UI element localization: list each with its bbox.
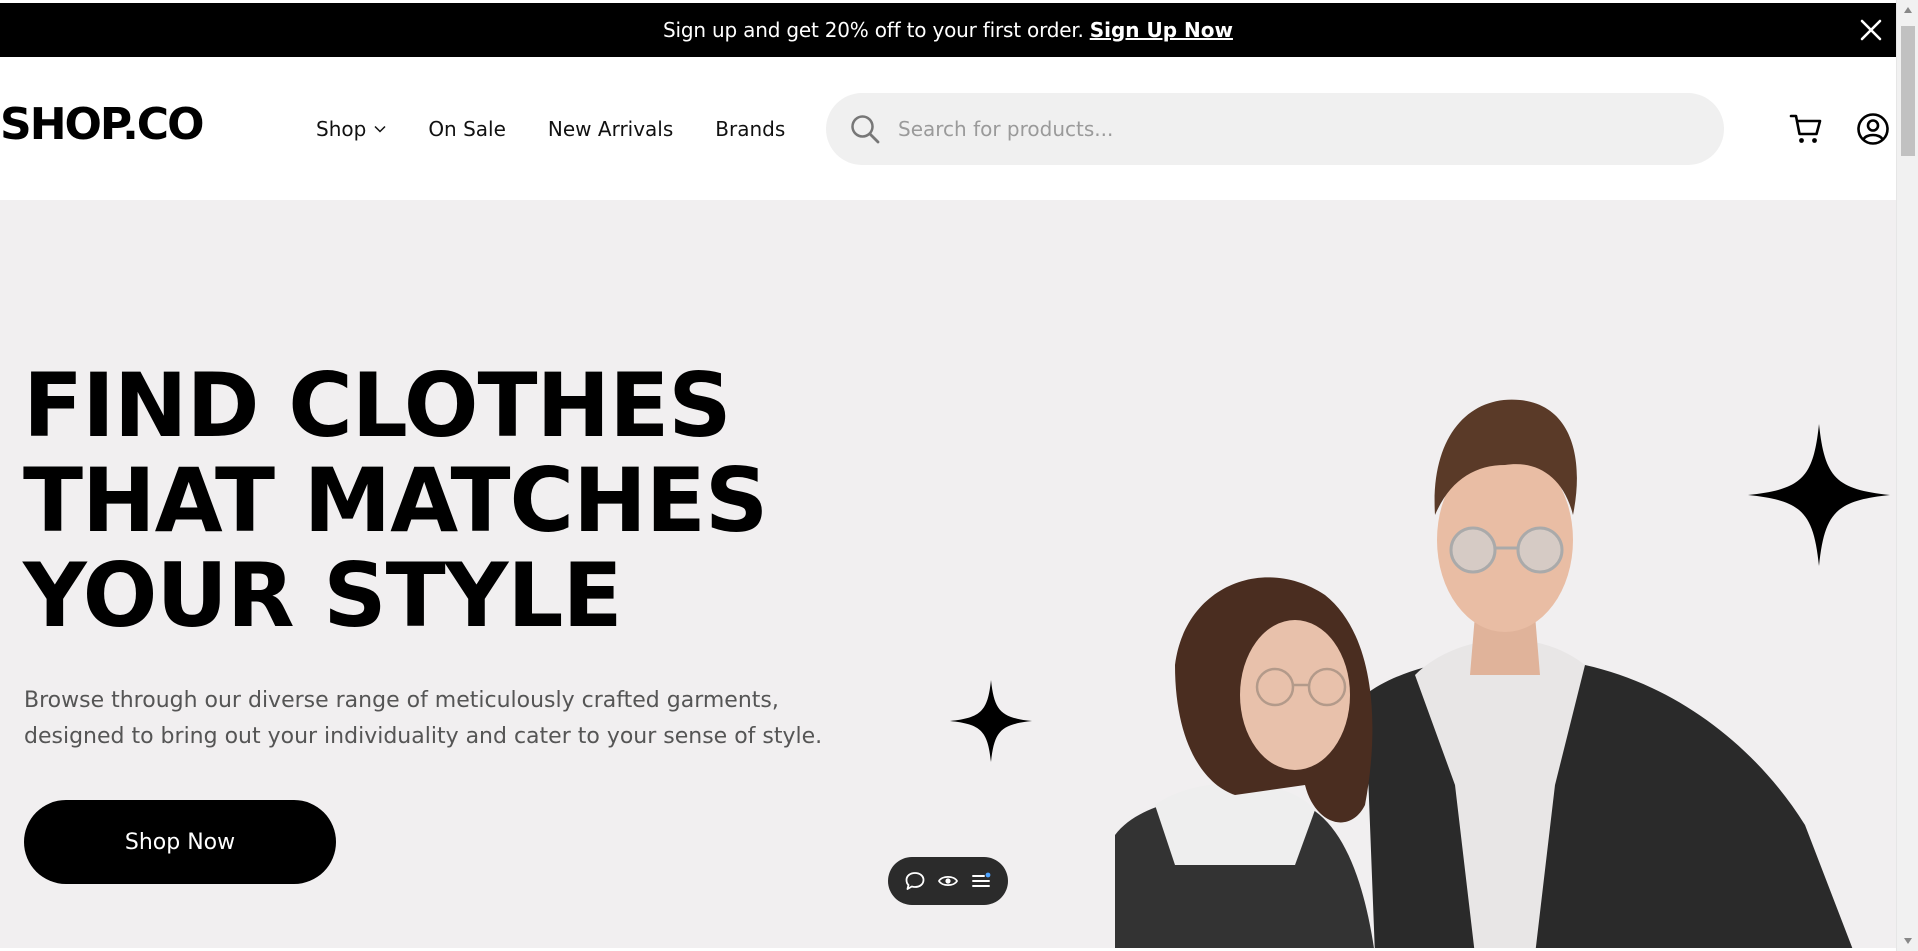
page-scrollbar[interactable]: [1896, 0, 1918, 951]
nav-item-new-arrivals[interactable]: New Arrivals: [548, 117, 673, 141]
shop-now-button[interactable]: Shop Now: [24, 800, 336, 884]
floating-toolbar: [888, 857, 1008, 905]
search-bar: [826, 93, 1724, 165]
sparkle-star-icon: [950, 680, 1032, 762]
announcement-bar: Sign up and get 20% off to your first or…: [0, 3, 1896, 57]
hero-title-line: FIND CLOTHES: [23, 354, 732, 457]
user-circle-icon[interactable]: [1856, 112, 1890, 146]
search-input[interactable]: [898, 117, 1678, 141]
nav-item-brands[interactable]: Brands: [715, 117, 785, 141]
scroll-up-arrow-icon[interactable]: [1903, 6, 1913, 14]
scrollbar-thumb[interactable]: [1901, 26, 1915, 156]
menu-list-icon[interactable]: [970, 870, 992, 892]
sign-up-link[interactable]: Sign Up Now: [1090, 18, 1233, 42]
scroll-down-arrow-icon[interactable]: [1903, 937, 1913, 945]
hero-title-line: YOUR STYLE: [23, 544, 623, 647]
nav-item-on-sale[interactable]: On Sale: [428, 117, 506, 141]
hero-section: FIND CLOTHES THAT MATCHES YOUR STYLE Bro…: [0, 200, 1896, 948]
main-nav: Shop On Sale New Arrivals Brands: [316, 117, 827, 141]
hero-title: FIND CLOTHES THAT MATCHES YOUR STYLE: [23, 358, 883, 643]
search-icon[interactable]: [850, 114, 880, 144]
hero-description: Browse through our diverse range of meti…: [24, 688, 823, 749]
chevron-down-icon: [374, 125, 386, 133]
eye-icon[interactable]: [937, 870, 959, 892]
announcement-message: Sign up and get 20% off to your first or…: [663, 18, 1084, 42]
close-icon[interactable]: [1858, 17, 1884, 43]
hero-title-line: THAT MATCHES: [23, 449, 768, 552]
nav-item-shop[interactable]: Shop: [316, 117, 386, 141]
site-header: SHOP.CO Shop On Sale New Arrivals Brands: [0, 57, 1896, 200]
site-logo[interactable]: SHOP.CO: [0, 103, 204, 147]
hero-models-image: [1115, 399, 1853, 948]
comment-icon[interactable]: [904, 870, 926, 892]
nav-item-shop-label: Shop: [316, 117, 367, 141]
cart-icon[interactable]: [1789, 112, 1823, 146]
